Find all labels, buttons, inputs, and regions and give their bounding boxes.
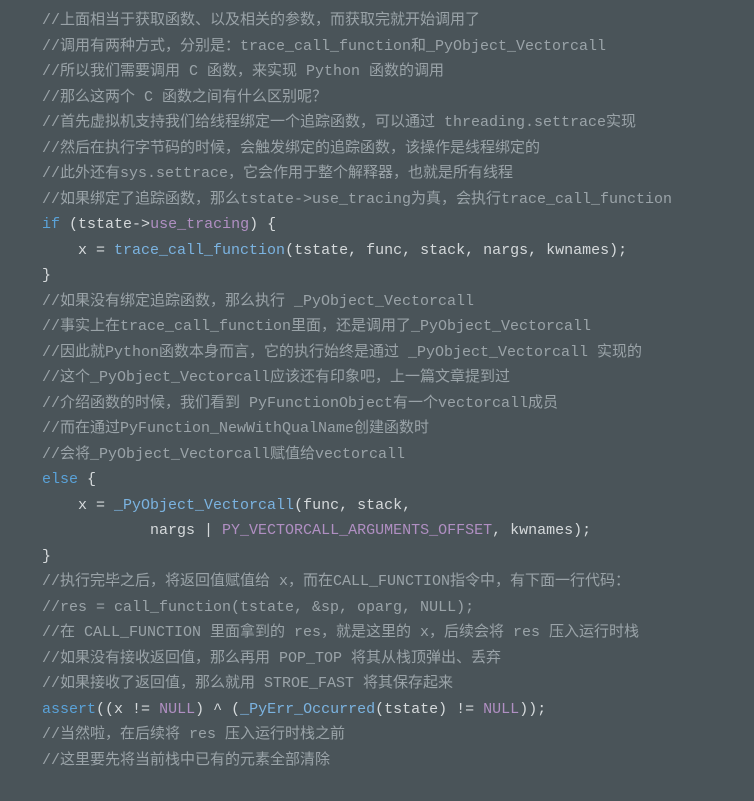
token-func: _PyErr_Occurred — [240, 701, 375, 718]
token-ident: tstate, func, stack, nargs, kwnames — [294, 242, 609, 259]
token-comment: //首先虚拟机支持我们给线程绑定一个追踪函数，可以通过 threading.se… — [42, 114, 636, 131]
token-comment: //当然啦，在后续将 res 压入运行时栈之前 — [42, 726, 345, 743]
token-punct: = — [96, 242, 114, 259]
token-comment: //这里要先将当前栈中已有的元素全部清除 — [42, 752, 330, 769]
token-ident: func, stack, — [303, 497, 411, 514]
code-line: x = trace_call_function(tstate, func, st… — [42, 238, 754, 264]
code-block: //上面相当于获取函数、以及相关的参数，而获取完就开始调用了 //调用有两种方式，… — [42, 8, 754, 773]
token-ident: x — [42, 497, 96, 514]
code-line: //事实上在trace_call_function里面，还是调用了_PyObje… — [42, 314, 754, 340]
token-comment: //在 CALL_FUNCTION 里面拿到的 res，就是这里的 x，后续会将… — [42, 624, 639, 641]
token-comment: //所以我们需要调用 C 函数，来实现 Python 函数的调用 — [42, 63, 444, 80]
token-punct: ); — [573, 522, 591, 539]
token-keyword: else — [42, 471, 78, 488]
code-line: //然后在执行字节码的时候，会触发绑定的追踪函数，该操作是线程绑定的 — [42, 136, 754, 162]
code-line: //上面相当于获取函数、以及相关的参数，而获取完就开始调用了 — [42, 8, 754, 34]
token-punct: ( — [60, 216, 78, 233]
token-ident: tstate — [78, 216, 132, 233]
token-comment: //执行完毕之后，将返回值赋值给 x，而在CALL_FUNCTION指令中，有下… — [42, 573, 630, 590]
code-line: //在 CALL_FUNCTION 里面拿到的 res，就是这里的 x，后续会将… — [42, 620, 754, 646]
token-punct: ( — [375, 701, 384, 718]
code-line: //调用有两种方式，分别是：trace_call_function和_PyObj… — [42, 34, 754, 60]
token-comment: //如果绑定了追踪函数，那么tstate->use_tracing为真，会执行t… — [42, 191, 672, 208]
code-line: } — [42, 263, 754, 289]
token-comment: //会将_PyObject_Vectorcall赋值给vectorcall — [42, 446, 405, 463]
token-ident: x — [42, 242, 96, 259]
code-line: //所以我们需要调用 C 函数，来实现 Python 函数的调用 — [42, 59, 754, 85]
code-line: //这个_PyObject_Vectorcall应该还有印象吧，上一篇文章提到过 — [42, 365, 754, 391]
token-comment: //此外还有sys.settrace，它会作用于整个解释器，也就是所有线程 — [42, 165, 513, 182]
token-comment: //介绍函数的时候，我们看到 PyFunctionObject有一个vector… — [42, 395, 558, 412]
code-line: //首先虚拟机支持我们给线程绑定一个追踪函数，可以通过 threading.se… — [42, 110, 754, 136]
token-comment: //如果没有接收返回值，那么再用 POP_TOP 将其从栈顶弹出、丢弃 — [42, 650, 501, 667]
code-line: else { — [42, 467, 754, 493]
token-comment: //事实上在trace_call_function里面，还是调用了_PyObje… — [42, 318, 591, 335]
code-line: //那么这两个 C 函数之间有什么区别呢？ — [42, 85, 754, 111]
code-line: //如果绑定了追踪函数，那么tstate->use_tracing为真，会执行t… — [42, 187, 754, 213]
token-ident: tstate — [384, 701, 438, 718]
token-punct: | — [204, 522, 222, 539]
token-comment: //res = call_function(tstate, &sp, oparg… — [42, 599, 474, 616]
code-line: assert((x != NULL) ^ (_PyErr_Occurred(ts… — [42, 697, 754, 723]
token-ident: , kwnames — [492, 522, 573, 539]
code-line: //这里要先将当前栈中已有的元素全部清除 — [42, 748, 754, 774]
token-punct: ); — [609, 242, 627, 259]
token-punct: ( — [294, 497, 303, 514]
code-line: //会将_PyObject_Vectorcall赋值给vectorcall — [42, 442, 754, 468]
token-ident: x — [114, 701, 132, 718]
token-keyword: assert — [42, 701, 96, 718]
code-line: //此外还有sys.settrace，它会作用于整个解释器，也就是所有线程 — [42, 161, 754, 187]
token-comment: //这个_PyObject_Vectorcall应该还有印象吧，上一篇文章提到过 — [42, 369, 510, 386]
code-line: x = _PyObject_Vectorcall(func, stack, — [42, 493, 754, 519]
token-comment: //如果接收了返回值，那么就用 STROE_FAST 将其保存起来 — [42, 675, 453, 692]
code-line: //如果接收了返回值，那么就用 STROE_FAST 将其保存起来 — [42, 671, 754, 697]
code-line: //res = call_function(tstate, &sp, oparg… — [42, 595, 754, 621]
token-arrow: -> — [132, 216, 150, 233]
token-comment: //调用有两种方式，分别是：trace_call_function和_PyObj… — [42, 38, 606, 55]
code-line: } — [42, 544, 754, 570]
token-punct: (( — [96, 701, 114, 718]
code-line: //如果没有接收返回值，那么再用 POP_TOP 将其从栈顶弹出、丢弃 — [42, 646, 754, 672]
token-const: NULL — [159, 701, 195, 718]
code-line: if (tstate->use_tracing) { — [42, 212, 754, 238]
token-func: trace_call_function — [114, 242, 285, 259]
token-punct: ) ^ ( — [195, 701, 240, 718]
token-punct: )); — [519, 701, 546, 718]
code-line: nargs | PY_VECTORCALL_ARGUMENTS_OFFSET, … — [42, 518, 754, 544]
token-func: _PyObject_Vectorcall — [114, 497, 294, 514]
token-comment: //那么这两个 C 函数之间有什么区别呢？ — [42, 89, 327, 106]
token-const: NULL — [483, 701, 519, 718]
token-comment: //如果没有绑定追踪函数，那么执行 _PyObject_Vectorcall — [42, 293, 474, 310]
code-line: //因此就Python函数本身而言，它的执行始终是通过 _PyObject_Ve… — [42, 340, 754, 366]
token-comment: //上面相当于获取函数、以及相关的参数，而获取完就开始调用了 — [42, 12, 480, 29]
code-line: //而在通过PyFunction_NewWithQualName创建函数时 — [42, 416, 754, 442]
token-punct: = — [96, 497, 114, 514]
token-punct: } — [42, 267, 51, 284]
token-punct: } — [42, 548, 51, 565]
token-comment: //因此就Python函数本身而言，它的执行始终是通过 _PyObject_Ve… — [42, 344, 642, 361]
code-line: //介绍函数的时候，我们看到 PyFunctionObject有一个vector… — [42, 391, 754, 417]
token-punct: ) != — [438, 701, 483, 718]
code-line: //如果没有绑定追踪函数，那么执行 _PyObject_Vectorcall — [42, 289, 754, 315]
token-ident: nargs — [42, 522, 204, 539]
token-member: use_tracing — [150, 216, 249, 233]
code-line: //执行完毕之后，将返回值赋值给 x，而在CALL_FUNCTION指令中，有下… — [42, 569, 754, 595]
token-punct: != — [132, 701, 159, 718]
token-punct: ) { — [249, 216, 276, 233]
token-comment: //而在通过PyFunction_NewWithQualName创建函数时 — [42, 420, 429, 437]
code-line: //当然啦，在后续将 res 压入运行时栈之前 — [42, 722, 754, 748]
token-comment: //然后在执行字节码的时候，会触发绑定的追踪函数，该操作是线程绑定的 — [42, 140, 540, 157]
token-punct: { — [78, 471, 96, 488]
token-keyword: if — [42, 216, 60, 233]
token-punct: ( — [285, 242, 294, 259]
token-const: PY_VECTORCALL_ARGUMENTS_OFFSET — [222, 522, 492, 539]
